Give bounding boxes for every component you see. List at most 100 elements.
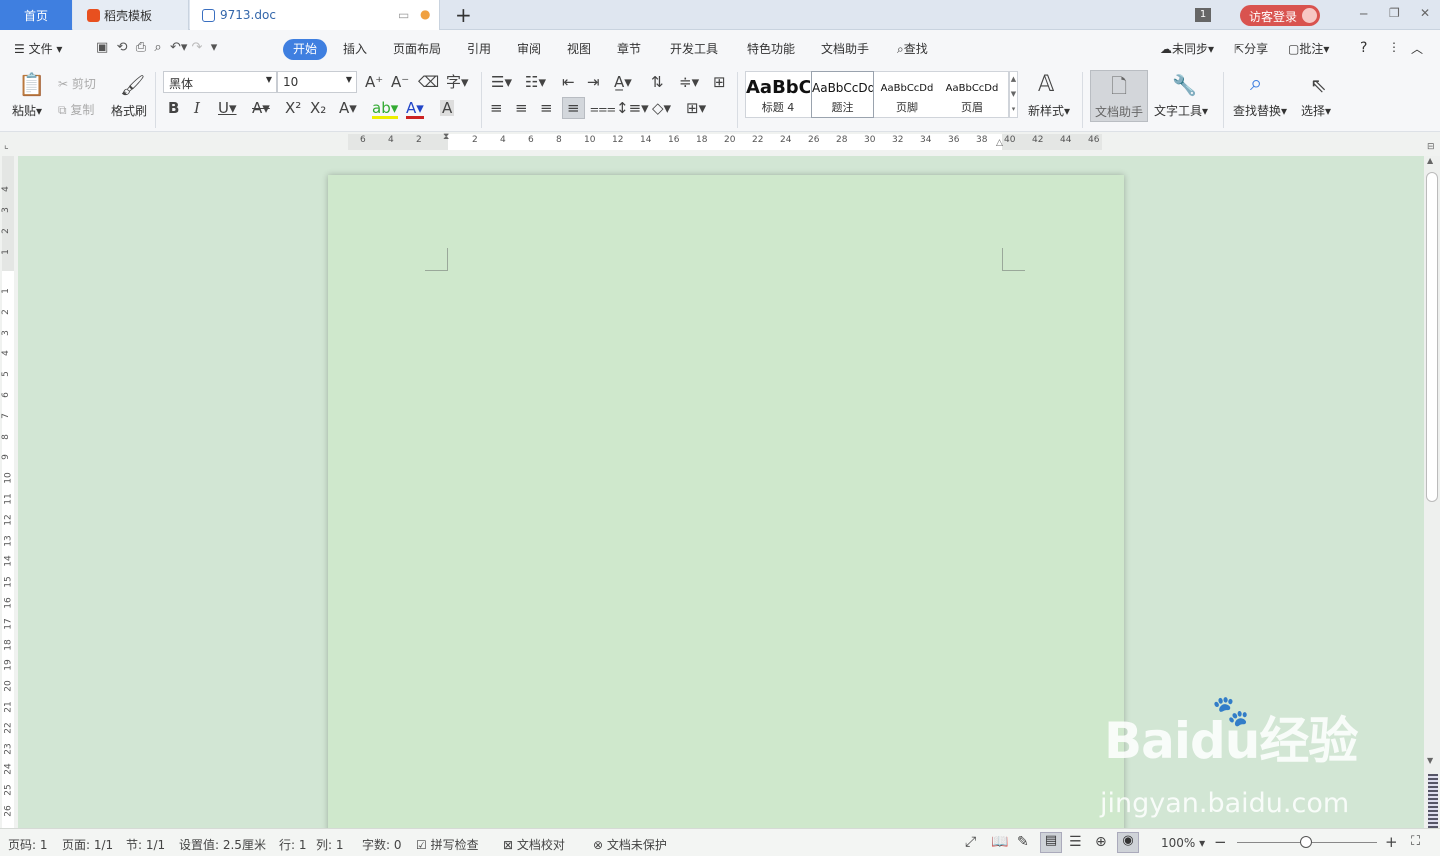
right-indent-icon[interactable]: △ [996, 138, 1003, 148]
show-hide-icon[interactable]: ≑▾ [679, 74, 699, 90]
scroll-thumb[interactable] [1426, 172, 1438, 502]
tab-chapter[interactable]: 章节 [617, 40, 641, 57]
zoom-in-button[interactable]: + [1385, 833, 1398, 851]
pin-icon[interactable]: ▭ [398, 8, 409, 22]
new-tab-button[interactable]: + [455, 3, 472, 27]
wrench-icon[interactable]: 🔧 [1172, 74, 1197, 96]
proofread-button[interactable]: ⊠ 文档校对 [503, 836, 565, 853]
zoom-out-button[interactable]: − [1214, 833, 1227, 851]
window-count-badge[interactable]: 1 [1195, 8, 1211, 22]
redo-icon[interactable]: ↷ [192, 40, 203, 55]
document-page[interactable] [328, 175, 1124, 828]
grow-font-icon[interactable]: A⁺ [365, 74, 383, 90]
new-style-button[interactable]: 新样式▾ [1028, 102, 1070, 119]
tab-start[interactable]: 开始 [283, 39, 327, 60]
find-replace-button[interactable]: 查找替换▾ [1233, 102, 1287, 119]
status-section[interactable]: 节: 1/1 [126, 836, 165, 853]
tab-stop-icon[interactable]: ⌞ [4, 140, 9, 151]
text-effect-icon[interactable]: A▾ [339, 100, 357, 116]
tab-doc-assistant[interactable]: 文档助手 [821, 40, 869, 57]
minimize-button[interactable]: ─ [1360, 7, 1367, 21]
highlight-icon[interactable]: ab▾ [372, 100, 399, 119]
format-painter-button[interactable]: 格式刷 [111, 102, 147, 119]
horizontal-ruler[interactable]: ⌞ ⧗ △ 6 4 2 2 4 6 8 10 12 14 16 18 20 22 24 26 28 30 32 34 3… [0, 132, 1440, 156]
format-painter-icon[interactable]: 🖌 [120, 74, 145, 96]
protect-button[interactable]: ⊗ 文档未保护 [593, 836, 667, 853]
tab-insert[interactable]: 插入 [343, 40, 367, 57]
page-nav-icon[interactable] [1428, 774, 1438, 828]
font-name-select[interactable]: 黑体 ▼ [163, 71, 277, 93]
italic-icon[interactable]: I [194, 100, 200, 116]
export-icon[interactable]: ⟲ [117, 40, 128, 55]
subscript-icon[interactable]: X₂ [310, 100, 326, 116]
read-mode-icon[interactable]: 📖 [991, 834, 1008, 850]
style-caption[interactable]: AaBbCcDd 题注 [811, 71, 874, 118]
justify-icon[interactable]: ≡ [562, 97, 585, 119]
decrease-indent-icon[interactable]: ⇤ [562, 74, 575, 90]
tab-home[interactable]: 首页 [0, 0, 72, 30]
align-right-icon[interactable]: ≡ [540, 100, 553, 116]
status-setting[interactable]: 设置值: 2.5厘米 [179, 836, 266, 853]
tab-page-layout[interactable]: 页面布局 [393, 40, 441, 57]
shrink-font-icon[interactable]: A⁻ [391, 74, 409, 90]
restore-button[interactable]: ❐ [1389, 6, 1400, 20]
tab-view[interactable]: 视图 [567, 40, 591, 57]
copy-button[interactable]: ⧉ 复制 [58, 101, 94, 118]
tab-developer[interactable]: 开发工具 [670, 40, 718, 57]
phonetic-icon[interactable]: 字▾ [446, 74, 469, 90]
page-view-icon[interactable]: ▤ [1040, 832, 1062, 853]
status-pages[interactable]: 页面: 1/1 [62, 836, 113, 853]
cut-button[interactable]: ✂ 剪切 [58, 75, 96, 92]
scroll-up-icon[interactable]: ▲ [1427, 156, 1433, 165]
borders-icon[interactable]: ⊞▾ [686, 100, 706, 116]
scroll-down-icon[interactable]: ▼ [1427, 756, 1433, 765]
comment-button[interactable]: ▢批注▾ [1288, 40, 1329, 57]
numbered-list-icon[interactable]: ☷▾ [525, 74, 546, 90]
font-color-icon[interactable]: A▾ [406, 100, 424, 119]
print-preview-icon[interactable]: ⌕ [154, 40, 161, 55]
more-icon[interactable]: ⋮ [1388, 40, 1400, 54]
status-word-count[interactable]: 字数: 0 [362, 836, 402, 853]
new-style-icon[interactable]: 𝔸 [1038, 74, 1054, 96]
font-size-select[interactable]: 10 ▼ [277, 71, 357, 93]
vertical-ruler[interactable]: 4 3 2 1 1 2 3 4 5 6 7 8 9 10 11 12 13 14 15 16 17 18 19 20 21 22 2… [0, 156, 18, 828]
underline-icon[interactable]: U▾ [218, 100, 237, 116]
bullet-list-icon[interactable]: ☰▾ [491, 74, 512, 90]
help-button[interactable]: ? [1360, 40, 1367, 56]
share-button[interactable]: ⇱分享 [1234, 40, 1268, 57]
zoom-select[interactable]: 100% ▾ [1161, 836, 1205, 850]
eye-protection-icon[interactable]: ◉ [1117, 832, 1139, 853]
customize-icon[interactable]: ▾ [211, 40, 218, 55]
distribute-icon[interactable]: ⩶ [590, 100, 616, 116]
align-center-icon[interactable]: ≡ [515, 100, 528, 116]
fullscreen-icon[interactable]: ⤢ [965, 834, 976, 850]
status-column[interactable]: 列: 1 [316, 836, 344, 853]
chinese-layout-icon[interactable]: A̲▾ [614, 74, 632, 90]
file-menu[interactable]: ☰ 文件 ▾ [14, 40, 62, 57]
sync-button[interactable]: ☁未同步▾ [1160, 40, 1214, 57]
web-view-icon[interactable]: ⊕ [1095, 834, 1107, 850]
tab-review[interactable]: 审阅 [517, 40, 541, 57]
spell-check-button[interactable]: ☑ 拼写检查 [416, 836, 479, 853]
tab-template[interactable]: 稻壳模板 [73, 0, 189, 30]
paste-button[interactable]: 粘贴▾ [12, 102, 42, 119]
increase-indent-icon[interactable]: ⇥ [587, 74, 600, 90]
write-mode-icon[interactable]: ✎ [1017, 834, 1029, 850]
style-header[interactable]: AaBbCcDd 页眉 [940, 72, 1004, 117]
login-button[interactable]: 访客登录 [1240, 5, 1320, 26]
char-shading-icon[interactable]: A [440, 100, 455, 116]
zoom-slider-thumb[interactable] [1300, 836, 1312, 848]
align-left-icon[interactable]: ≡ [490, 100, 503, 116]
fit-window-icon[interactable]: ⛶ [1411, 834, 1420, 849]
strikethrough-icon[interactable]: A▾ [252, 100, 270, 116]
style-footer[interactable]: AaBbCcDd 页脚 [875, 72, 939, 117]
outline-view-icon[interactable]: ☰ [1069, 834, 1082, 850]
sort-icon[interactable]: ⇅ [651, 74, 664, 90]
undo-icon[interactable]: ↶ [170, 40, 181, 55]
close-button[interactable]: ✕ [1420, 6, 1430, 20]
scroll-split-icon[interactable]: ⊟ [1427, 142, 1435, 152]
bold-icon[interactable]: B [168, 100, 179, 116]
table-grid-icon[interactable]: ⊞ [713, 74, 726, 90]
select-button[interactable]: 选择▾ [1301, 102, 1331, 119]
text-tool-button[interactable]: 文字工具▾ [1154, 102, 1208, 119]
